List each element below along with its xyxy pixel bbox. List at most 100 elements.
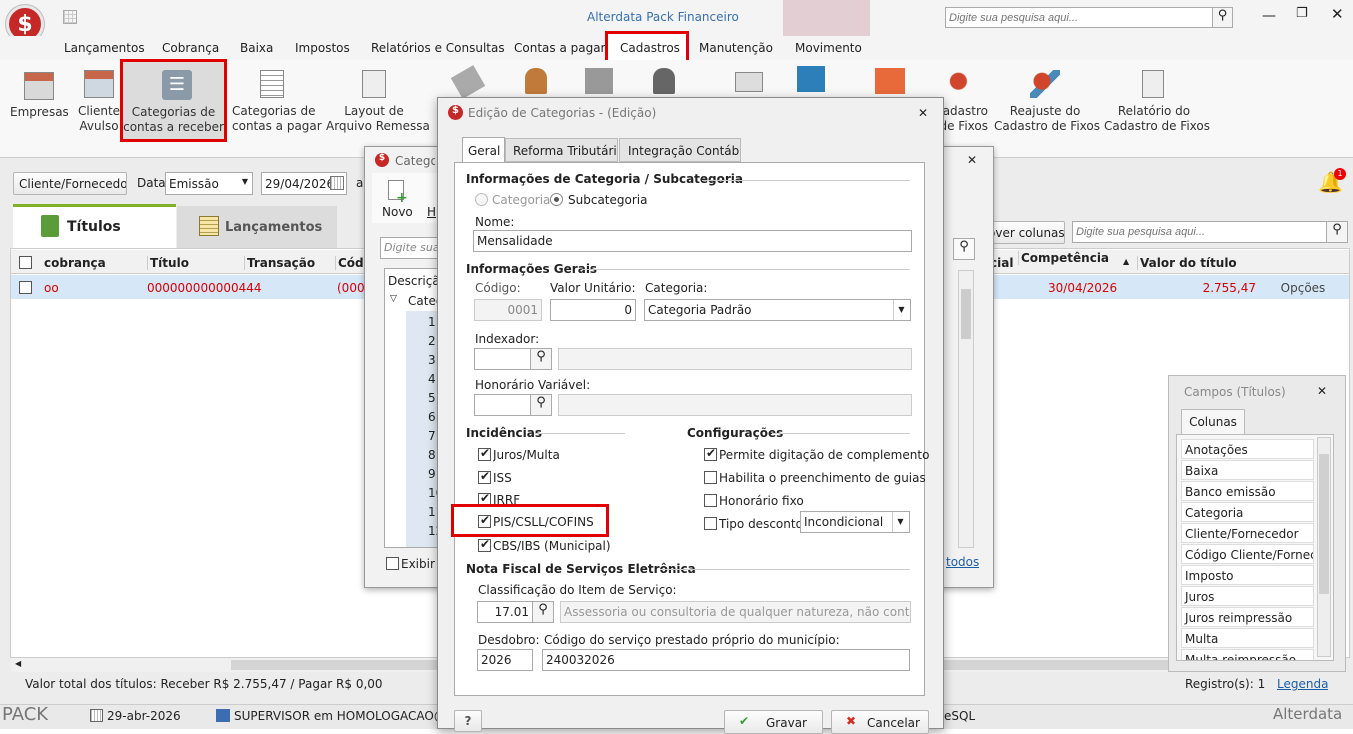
categorias-search-icon[interactable]: ⚲ (953, 238, 975, 260)
menu-cobranca[interactable]: Cobrança (162, 41, 219, 55)
grid-search-input[interactable] (1072, 221, 1327, 243)
list-item[interactable]: Imposto (1181, 565, 1314, 585)
list-item[interactable]: Baixa (1181, 460, 1314, 480)
row-titulo: 000000000000444 (147, 281, 262, 295)
honorario-fixo-checkbox[interactable] (704, 494, 717, 507)
menu-baixa[interactable]: Baixa (240, 41, 273, 55)
categorias-search[interactable]: Digite sua p (380, 237, 438, 259)
ribbon-reajuste-fixos[interactable]: Reajuste do Cadastro de Fixos (994, 68, 1100, 133)
exibir-checkbox[interactable] (386, 557, 399, 570)
menu-manutencao[interactable]: Manutenção (699, 41, 773, 55)
search-icon[interactable]: ⚲ (1326, 221, 1348, 243)
tab-geral[interactable]: Geral (462, 137, 505, 163)
col-valor[interactable]: Valor do título (1137, 256, 1257, 270)
ribbon-categorias-receber[interactable]: ☰ Categorias de contas a receber (120, 59, 227, 142)
honorario-input[interactable] (474, 394, 532, 416)
restore-icon[interactable]: ❐ (1296, 6, 1308, 21)
date-from-input[interactable]: 29/04/2026 (261, 172, 347, 195)
search-icon[interactable]: ⚲ (532, 601, 554, 623)
cliente-fornecedor-button[interactable]: Cliente/Fornecedor (13, 172, 127, 195)
ribbon-categorias-pagar[interactable]: Categorias de contas a pagar (232, 68, 322, 133)
desdobro-input[interactable]: 2026 (477, 649, 533, 671)
close-icon[interactable]: ✕ (1317, 384, 1327, 398)
campos-tab-colunas[interactable]: Colunas (1181, 409, 1245, 435)
ribbon-relatorio-fixos[interactable]: Relatório do Cadastro de Fixos (1104, 68, 1210, 133)
honorario-description (558, 394, 912, 416)
data-type-select[interactable]: Emissão ▼ (165, 172, 253, 195)
legenda-link[interactable]: Legenda (1277, 677, 1328, 691)
list-item[interactable]: Multa (1181, 628, 1314, 648)
col-codigo[interactable]: Códig (335, 256, 365, 270)
permite-complemento-checkbox[interactable] (704, 446, 717, 461)
codigo-servico-input[interactable]: 240032026 (542, 649, 910, 671)
habilita-guias-checkbox[interactable] (704, 471, 717, 484)
campos-scrollbar[interactable] (1317, 437, 1331, 657)
categorias-vscroll[interactable] (958, 270, 974, 548)
col-competencia[interactable]: Competência (1018, 251, 1136, 265)
search-icon[interactable]: ⚲ (530, 348, 552, 370)
cancelar-button[interactable]: ✖ Cancelar (831, 710, 929, 734)
menu-relatorios[interactable]: Relatórios e Consultas (371, 41, 505, 55)
juros-multa-checkbox[interactable] (478, 446, 491, 461)
select-all-checkbox[interactable] (19, 256, 32, 269)
classificacao-code-input[interactable]: 17.01 (477, 601, 533, 623)
close-icon[interactable]: ✕ (918, 106, 928, 120)
indexador-input[interactable] (474, 348, 532, 370)
report-icon (1142, 70, 1164, 98)
h-button[interactable]: H (427, 205, 437, 219)
list-item[interactable]: Banco emissão (1181, 481, 1314, 501)
pis-csll-cofins-checkbox[interactable] (478, 513, 491, 528)
ribbon-layout-remessa[interactable]: Layout de Arquivo Remessa (326, 68, 430, 133)
col-cobranca[interactable]: cobrança (44, 256, 106, 270)
scroll-thumb[interactable] (1319, 454, 1329, 594)
cbs-ibs-checkbox[interactable] (478, 537, 491, 552)
list-item[interactable]: Juros reimpressão (1181, 607, 1314, 627)
todos-link[interactable]: todos (946, 555, 979, 569)
search-icon[interactable]: ⚲ (530, 394, 552, 416)
radio-subcategoria[interactable] (550, 193, 563, 206)
tree-root[interactable]: Categ (408, 294, 438, 308)
gravar-button[interactable]: ✔ Gravar (724, 710, 823, 734)
tipo-desconto-checkbox[interactable] (704, 517, 717, 530)
desconto-select[interactable]: Incondicional ▼ (800, 511, 910, 533)
categoria-select[interactable]: Categoria Padrão ▼ (644, 299, 911, 321)
tab-reforma[interactable]: Reforma Tributária (505, 138, 618, 162)
row-checkbox[interactable] (19, 281, 32, 294)
valor-unitario-input[interactable]: 0 (550, 299, 636, 321)
search-icon[interactable]: ⚲ (1212, 7, 1233, 28)
close-icon[interactable]: ✕ (1331, 5, 1344, 23)
nome-input[interactable]: Mensalidade (473, 230, 912, 252)
menu-cadastros[interactable]: Cadastros (620, 41, 680, 55)
menu-lancamentos[interactable]: Lançamentos (64, 41, 145, 55)
col-titulo[interactable]: Título (147, 256, 247, 270)
tab-titulos[interactable]: Títulos (13, 204, 176, 248)
ribbon-empresas[interactable]: Empresas (10, 68, 68, 128)
menu-contas-pagar[interactable]: Contas a pagar (514, 41, 606, 55)
novo-button[interactable]: Novo (382, 205, 413, 219)
list-item[interactable]: Cliente/Fornecedor (1181, 523, 1314, 543)
scroll-thumb[interactable] (961, 289, 971, 339)
close-icon[interactable]: ✕ (967, 153, 977, 167)
tab-integracao[interactable]: Integração Contábil (619, 138, 741, 162)
row-opcoes-button[interactable]: Opções (1258, 281, 1348, 295)
move-columns-button[interactable]: over colunas (984, 221, 1065, 244)
chevron-down-icon[interactable]: ▽ (390, 294, 397, 304)
iss-checkbox[interactable] (478, 469, 491, 484)
col-transacao[interactable]: Transação (244, 256, 334, 270)
radio-categoria[interactable] (475, 193, 488, 206)
list-item[interactable]: Multa reimpressão (1181, 649, 1314, 660)
list-item[interactable]: Código Cliente/Fornece (1181, 544, 1314, 564)
global-search-input[interactable] (945, 7, 1213, 28)
calendar-icon[interactable] (330, 176, 344, 190)
menu-impostos[interactable]: Impostos (295, 41, 350, 55)
tab-lancamentos[interactable]: Lançamentos (177, 206, 337, 248)
col-cial[interactable]: cial (990, 256, 1018, 270)
minimize-icon[interactable]: — (1262, 8, 1276, 24)
arrow-left-icon[interactable]: ◀ (15, 659, 21, 668)
list-item[interactable]: Categoria (1181, 502, 1314, 522)
list-item[interactable]: Anotações (1181, 439, 1314, 459)
list-item[interactable]: Juros (1181, 586, 1314, 606)
grid-icon[interactable] (63, 10, 77, 24)
menu-movimento[interactable]: Movimento (795, 41, 862, 55)
ribbon-cliente-avulso[interactable]: Cliente Avulso (76, 68, 122, 133)
